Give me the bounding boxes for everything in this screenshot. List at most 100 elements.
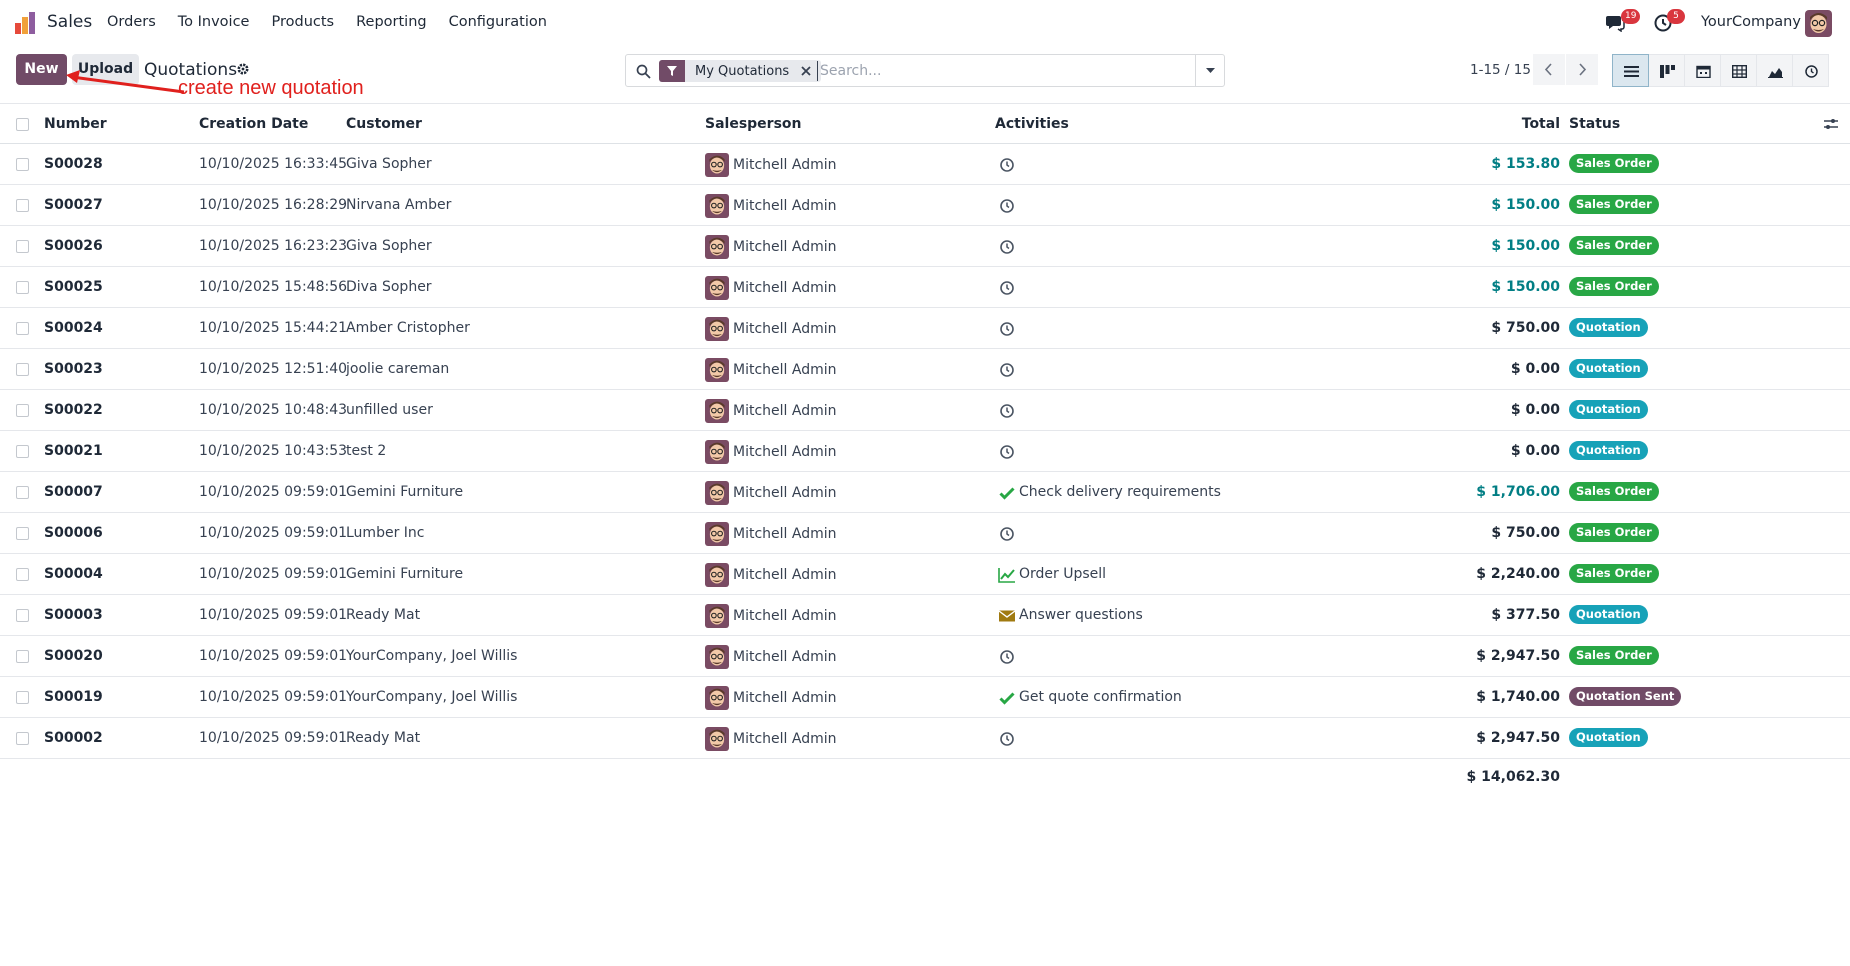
table-row[interactable]: S00021 10/10/2025 10:43:53 test 2 Mitchell … — [0, 431, 1850, 472]
app-name[interactable]: Sales — [47, 12, 92, 32]
salesperson-name: Mitchell Admin — [733, 157, 837, 173]
row-checkbox[interactable] — [16, 609, 29, 622]
creation-date: 10/10/2025 09:59:01 — [199, 648, 348, 664]
activity-view-button[interactable] — [1792, 54, 1829, 87]
sales-app-icon[interactable] — [14, 11, 36, 35]
header-total[interactable]: Total — [1400, 116, 1560, 132]
check-icon[interactable] — [998, 689, 1016, 707]
clock-icon[interactable] — [998, 402, 1016, 420]
pivot-view-button[interactable] — [1720, 54, 1757, 87]
salesperson-avatar — [705, 522, 729, 546]
order-total: $ 150.00 — [1491, 238, 1560, 254]
graph-view-button[interactable] — [1756, 54, 1793, 87]
clock-icon[interactable] — [998, 279, 1016, 297]
clock-icon[interactable] — [998, 238, 1016, 256]
kanban-icon — [1660, 65, 1675, 78]
header-status[interactable]: Status — [1569, 116, 1620, 132]
user-avatar[interactable] — [1805, 10, 1832, 37]
menu-reporting[interactable]: Reporting — [356, 14, 427, 30]
pager-value[interactable]: 1-15 / 15 — [1470, 62, 1531, 78]
table-row[interactable]: S00027 10/10/2025 16:28:29 Nirvana Amber Mi… — [0, 185, 1850, 226]
pager-next[interactable] — [1566, 54, 1598, 85]
envelope-icon[interactable] — [998, 607, 1016, 625]
menu-configuration[interactable]: Configuration — [449, 14, 547, 30]
table-row[interactable]: S00003 10/10/2025 09:59:01 Ready Mat Mitche… — [0, 595, 1850, 636]
table-row[interactable]: S00022 10/10/2025 10:48:43 unfilled user Mi… — [0, 390, 1850, 431]
search-input[interactable] — [817, 61, 1187, 81]
row-checkbox[interactable] — [16, 527, 29, 540]
salesperson-name: Mitchell Admin — [733, 198, 837, 214]
header-number[interactable]: Number — [44, 116, 107, 132]
kanban-view-button[interactable] — [1648, 54, 1685, 87]
clock-icon[interactable] — [998, 525, 1016, 543]
row-checkbox[interactable] — [16, 691, 29, 704]
header-customer[interactable]: Customer — [346, 116, 422, 132]
header-salesperson[interactable]: Salesperson — [705, 116, 802, 132]
table-row[interactable]: S00028 10/10/2025 16:33:45 Giva Sopher Mitc… — [0, 144, 1850, 185]
table-row[interactable]: S00007 10/10/2025 09:59:01 Gemini Furnitur… — [0, 472, 1850, 513]
pager-previous[interactable] — [1533, 54, 1565, 85]
status-badge: Sales Order — [1569, 236, 1659, 255]
status-badge: Sales Order — [1569, 523, 1659, 542]
menu-to-invoice[interactable]: To Invoice — [178, 14, 250, 30]
row-checkbox[interactable] — [16, 650, 29, 663]
list-view-button[interactable] — [1612, 54, 1649, 87]
salesperson-avatar — [705, 153, 729, 177]
table-row[interactable]: S00024 10/10/2025 15:44:21 Amber Cristophe… — [0, 308, 1850, 349]
table-row[interactable]: S00026 10/10/2025 16:23:23 Giva Sopher Mitc… — [0, 226, 1850, 267]
table-row[interactable]: S00006 10/10/2025 09:59:01 Lumber Inc Mitch… — [0, 513, 1850, 554]
table-row[interactable]: S00020 10/10/2025 09:59:01 YourCompany, Jo… — [0, 636, 1850, 677]
status-badge: Quotation Sent — [1569, 687, 1682, 706]
clock-icon[interactable] — [998, 730, 1016, 748]
table-row[interactable]: S00002 10/10/2025 09:59:01 Ready Mat Mitche… — [0, 718, 1850, 759]
chart-line-icon[interactable] — [998, 566, 1016, 584]
new-button[interactable]: New — [16, 54, 67, 85]
row-checkbox[interactable] — [16, 568, 29, 581]
table-row[interactable]: S00025 10/10/2025 15:48:56 Diva Sopher Mitc… — [0, 267, 1850, 308]
row-checkbox[interactable] — [16, 199, 29, 212]
company-switcher[interactable]: YourCompany — [1701, 14, 1801, 30]
row-checkbox[interactable] — [16, 240, 29, 253]
order-number: S00024 — [44, 320, 103, 336]
clock-icon[interactable] — [998, 361, 1016, 379]
salesperson-avatar — [705, 235, 729, 259]
check-icon[interactable] — [998, 484, 1016, 502]
row-checkbox[interactable] — [16, 404, 29, 417]
clock-icon[interactable] — [998, 443, 1016, 461]
row-checkbox[interactable] — [16, 158, 29, 171]
activity-summary[interactable]: Answer questions — [1019, 607, 1143, 623]
optional-columns-icon[interactable] — [1823, 117, 1839, 131]
activity-summary[interactable]: Order Upsell — [1019, 566, 1106, 582]
order-number: S00002 — [44, 730, 103, 746]
row-checkbox[interactable] — [16, 486, 29, 499]
clock-icon[interactable] — [998, 648, 1016, 666]
table-row[interactable]: S00004 10/10/2025 09:59:01 Gemini Furnitur… — [0, 554, 1850, 595]
row-checkbox[interactable] — [16, 322, 29, 335]
clock-icon[interactable] — [998, 156, 1016, 174]
select-all-checkbox[interactable] — [16, 118, 29, 131]
calendar-view-button[interactable] — [1684, 54, 1721, 87]
search-options-toggle[interactable] — [1195, 55, 1224, 86]
table-row[interactable]: S00019 10/10/2025 09:59:01 YourCompany, Jo… — [0, 677, 1850, 718]
gear-icon[interactable] — [236, 62, 250, 76]
menu-orders[interactable]: Orders — [107, 14, 156, 30]
clock-icon[interactable] — [998, 320, 1016, 338]
order-number: S00027 — [44, 197, 103, 213]
table-row[interactable]: S00023 10/10/2025 12:51:40 joolie careman M… — [0, 349, 1850, 390]
top-navbar: Sales Orders To Invoice Products Reporti… — [0, 0, 1850, 46]
clock-icon[interactable] — [998, 197, 1016, 215]
header-creation-date[interactable]: Creation Date — [199, 116, 308, 132]
row-checkbox[interactable] — [16, 363, 29, 376]
close-icon[interactable] — [799, 64, 813, 78]
customer-name: Nirvana Amber — [346, 197, 452, 213]
search-icon[interactable] — [636, 64, 651, 79]
order-total: $ 1,706.00 — [1476, 484, 1560, 500]
menu-products[interactable]: Products — [271, 14, 334, 30]
activity-summary[interactable]: Check delivery requirements — [1019, 484, 1221, 500]
activity-summary[interactable]: Get quote confirmation — [1019, 689, 1182, 705]
table-icon — [1732, 65, 1747, 78]
header-activities[interactable]: Activities — [995, 116, 1069, 132]
row-checkbox[interactable] — [16, 445, 29, 458]
row-checkbox[interactable] — [16, 732, 29, 745]
row-checkbox[interactable] — [16, 281, 29, 294]
